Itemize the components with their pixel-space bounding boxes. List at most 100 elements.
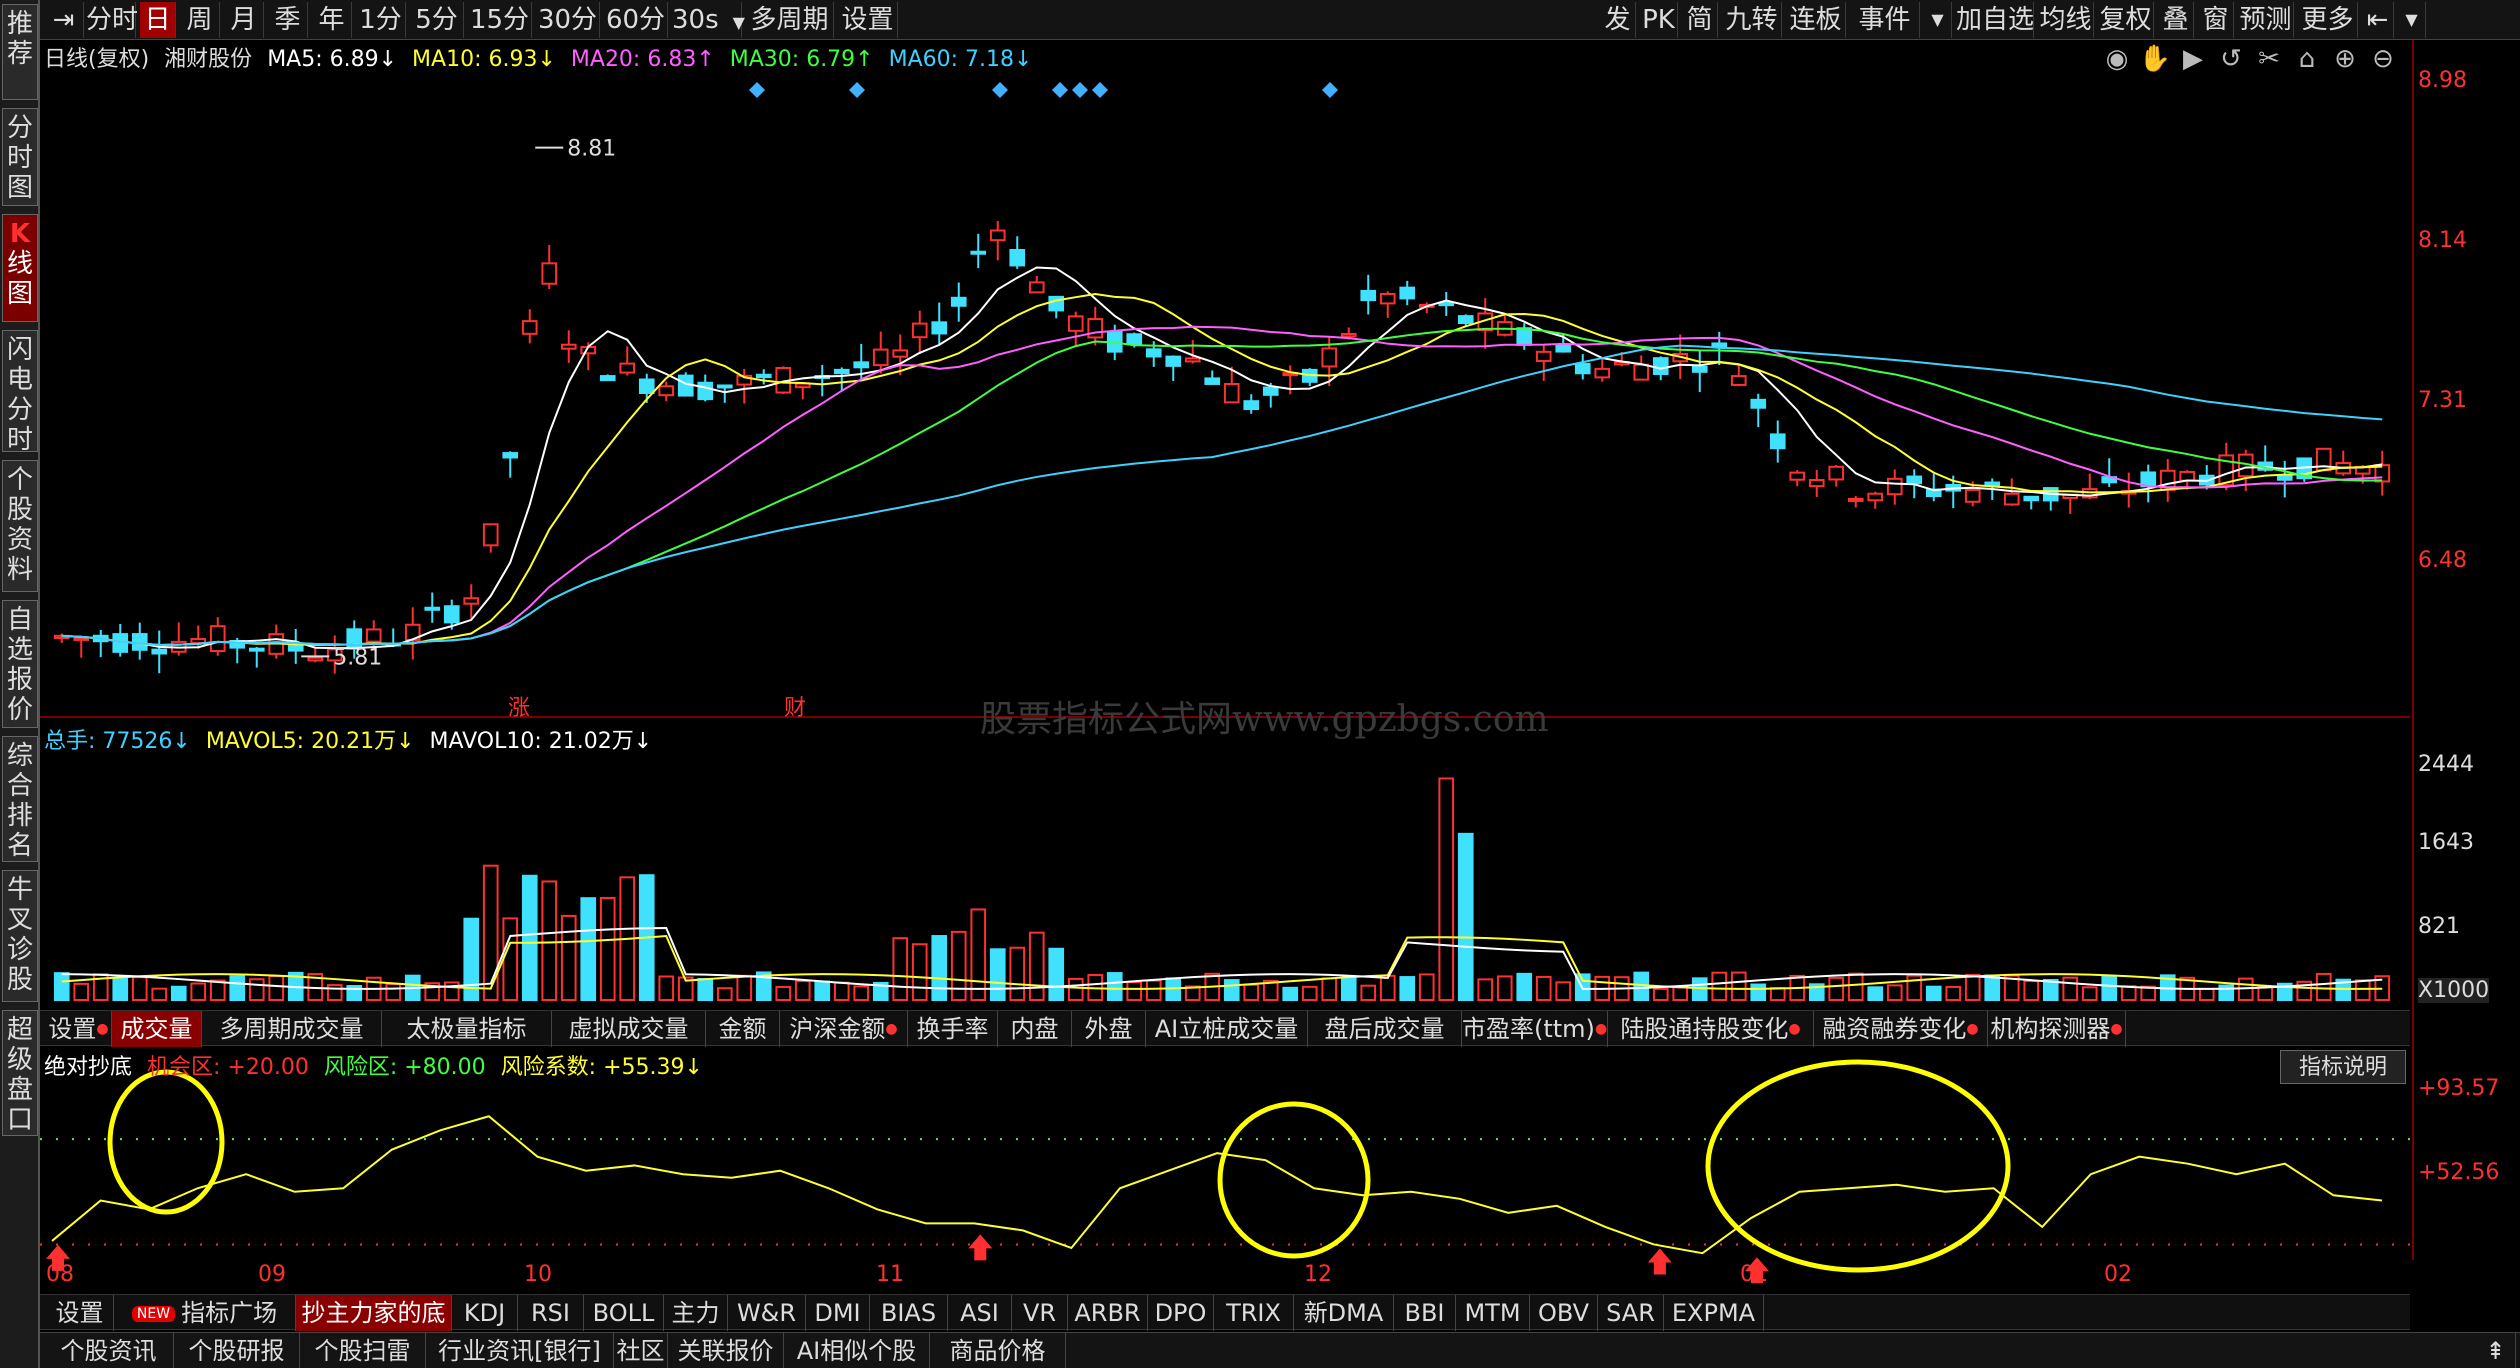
sidebar-item-7[interactable]: 牛叉诊股 <box>2 870 38 1002</box>
toolbar-right-5[interactable]: 事件 <box>1850 2 1920 38</box>
tab-13[interactable]: 陆股通持股变化● <box>1608 1011 1814 1047</box>
kline-volume-svg[interactable]: 8.81 5.81 <box>40 40 2410 1290</box>
indicator-tab-13[interactable]: DPO <box>1148 1295 1214 1331</box>
tab-12[interactable]: 市盈率(ttm)● <box>1462 1011 1608 1047</box>
indicator-tab-18[interactable]: OBV <box>1530 1295 1598 1331</box>
tab-label: 抄主力家的底 <box>301 1299 446 1327</box>
toolbar-10[interactable]: 60分 <box>604 2 668 38</box>
candle-body <box>1399 286 1416 300</box>
bottom-link-4[interactable]: 社区 <box>614 1333 668 1368</box>
toolbar-7[interactable]: 5分 <box>410 2 464 38</box>
sidebar-item-2[interactable]: K 线图 <box>2 214 38 322</box>
toolbar-right-2[interactable]: 简 <box>1682 2 1718 38</box>
tab-6[interactable]: 沪深金额● <box>780 1011 908 1047</box>
bottom-link-1[interactable]: 个股研报 <box>174 1333 300 1368</box>
collapse-icon[interactable]: ⇤ <box>2362 2 2394 38</box>
toolbar-right-7[interactable]: 均线 <box>2038 2 2094 38</box>
indicator-tab-4[interactable]: RSI <box>518 1295 584 1331</box>
indicator-tab-20[interactable]: EXPMA <box>1664 1295 1764 1331</box>
tab-10[interactable]: AI立桩成交量 <box>1146 1011 1308 1047</box>
toolbar-right-4[interactable]: 连板 <box>1786 2 1846 38</box>
toolbar-4[interactable]: 季 <box>268 2 308 38</box>
toolbar-0[interactable]: 分时 <box>86 2 138 38</box>
tab-8[interactable]: 内盘 <box>998 1011 1072 1047</box>
indicator-tab-6[interactable]: 主力 <box>664 1295 728 1331</box>
sidebar-item-8[interactable]: 超级盘口 <box>2 1010 38 1136</box>
tab-1[interactable]: 成交量 <box>112 1011 202 1047</box>
toolbar-11[interactable]: 30s ▼ <box>672 2 745 38</box>
candle-body <box>716 384 733 389</box>
candle-body <box>443 605 460 624</box>
toolbar-right-9[interactable]: 叠 <box>2158 2 2194 38</box>
toolbar-9[interactable]: 30分 <box>536 2 600 38</box>
indicator-tab-15[interactable]: 新DMA <box>1294 1295 1394 1331</box>
toolbar-6[interactable]: 1分 <box>356 2 406 38</box>
candle-body <box>911 322 928 339</box>
sidebar-item-1[interactable]: 分时图 <box>2 108 38 206</box>
chevron-down-icon[interactable]: ▼ <box>1924 2 1952 38</box>
tab-7[interactable]: 换手率 <box>908 1011 998 1047</box>
tab-5[interactable]: 金额 <box>706 1011 780 1047</box>
toolbar-8[interactable]: 15分 <box>468 2 532 38</box>
indicator-tab-5[interactable]: BOLL <box>584 1295 664 1331</box>
tab-4[interactable]: 虚拟成交量 <box>552 1011 706 1047</box>
toolbar-1[interactable]: 日 <box>140 2 176 38</box>
chevron-down-icon[interactable]: ▼ <box>2398 2 2426 38</box>
volume-bar <box>1145 979 1162 1002</box>
indicator-tab-17[interactable]: MTM <box>1456 1295 1530 1331</box>
tab-3[interactable]: 太极量指标 <box>382 1011 552 1047</box>
indicator-tab-2[interactable]: 抄主力家的底 <box>296 1295 452 1331</box>
indicator-tab-0[interactable]: 设置 <box>46 1295 114 1331</box>
toolbar-right-11[interactable]: 预测 <box>2238 2 2294 38</box>
tab-2[interactable]: 多周期成交量 <box>202 1011 382 1047</box>
expand-icon[interactable]: ⇞ <box>2476 1333 2516 1368</box>
indicator-tab-19[interactable]: SAR <box>1598 1295 1664 1331</box>
indicator-tab-11[interactable]: VR <box>1012 1295 1068 1331</box>
chevron-down-icon[interactable]: ▼ <box>733 13 745 32</box>
sidebar-item-4[interactable]: 个股资料 <box>2 460 38 592</box>
toolbar-12[interactable]: 多周期 <box>746 2 834 38</box>
volume-bar <box>326 984 343 1002</box>
indicator-tab-8[interactable]: DMI <box>806 1295 870 1331</box>
indicator-tab-10[interactable]: ASI <box>948 1295 1012 1331</box>
risk-coefficient: 风险系数: +55.39↓ <box>500 1055 703 1080</box>
indicator-tab-16[interactable]: BBI <box>1394 1295 1456 1331</box>
indicator-help-button[interactable]: 指标说明 <box>2280 1050 2406 1084</box>
back-icon[interactable]: ⇥ <box>44 2 84 38</box>
tab-14[interactable]: 融资融券变化● <box>1814 1011 1988 1047</box>
x-tick: 02 <box>2104 1262 2132 1287</box>
bottom-link-6[interactable]: AI相似个股 <box>784 1333 930 1368</box>
indicator-tab-3[interactable]: KDJ <box>452 1295 518 1331</box>
tab-9[interactable]: 外盘 <box>1072 1011 1146 1047</box>
volume-bar <box>1984 974 2001 1002</box>
bottom-link-0[interactable]: 个股资讯 <box>44 1333 174 1368</box>
indicator-tab-12[interactable]: ARBR <box>1068 1295 1148 1331</box>
tab-11[interactable]: 盘后成交量 <box>1308 1011 1462 1047</box>
tab-0[interactable]: 设置● <box>46 1011 112 1047</box>
tab-15[interactable]: 机构探测器● <box>1988 1011 2126 1047</box>
toolbar-right-0[interactable]: 发 <box>1600 2 1636 38</box>
indicator-tab-7[interactable]: W&R <box>728 1295 806 1331</box>
toolbar-right-10[interactable]: 窗 <box>2198 2 2234 38</box>
toolbar-right-3[interactable]: 九转 <box>1722 2 1782 38</box>
bottom-link-5[interactable]: 关联报价 <box>668 1333 784 1368</box>
indicator-tab-9[interactable]: BIAS <box>870 1295 948 1331</box>
toolbar-right-12[interactable]: 更多 <box>2298 2 2358 38</box>
toolbar-right-8[interactable]: 复权 <box>2098 2 2154 38</box>
toolbar-3[interactable]: 月 <box>224 2 264 38</box>
sidebar-item-0[interactable]: 推荐 <box>2 4 38 100</box>
sidebar-item-5[interactable]: 自选报价 <box>2 600 38 728</box>
indicator-tab-14[interactable]: TRIX <box>1214 1295 1294 1331</box>
bottom-link-7[interactable]: 商品价格 <box>930 1333 1066 1368</box>
toolbar-5[interactable]: 年 <box>312 2 352 38</box>
sidebar-item-3[interactable]: 闪电分时 <box>2 330 38 455</box>
volume-bar <box>892 937 909 1001</box>
toolbar-right-1[interactable]: PK <box>1640 2 1678 38</box>
bottom-link-2[interactable]: 个股扫雷 <box>300 1333 426 1368</box>
bottom-link-3[interactable]: 行业资讯[银行] <box>426 1333 614 1368</box>
indicator-tab-1[interactable]: NEW 指标广场 <box>114 1295 296 1331</box>
toolbar-2[interactable]: 周 <box>180 2 220 38</box>
sidebar-item-6[interactable]: 综合排名 <box>2 736 38 862</box>
toolbar-right-6[interactable]: 加自选 <box>1956 2 2034 38</box>
toolbar-13[interactable]: 设置 <box>838 2 898 38</box>
